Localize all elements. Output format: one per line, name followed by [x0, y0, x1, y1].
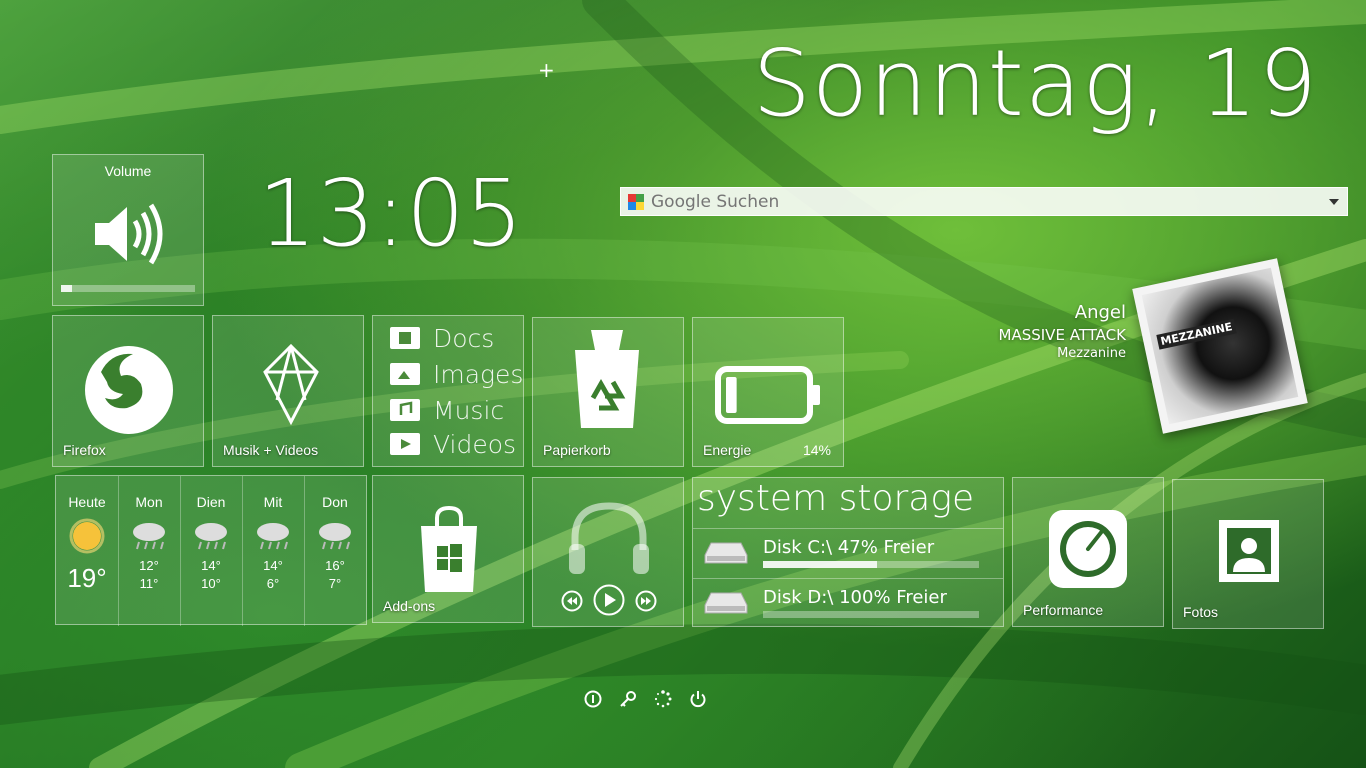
rain-cloud-icon: [319, 523, 351, 550]
battery-icon: [715, 366, 820, 424]
energy-percent: 14%: [802, 442, 831, 458]
rain-cloud-icon: [133, 523, 165, 550]
firefox-label: Firefox: [63, 442, 106, 458]
fast-forward-button[interactable]: [635, 590, 657, 612]
music-videos-label: Musik + Videos: [223, 442, 319, 458]
info-button[interactable]: [584, 690, 602, 708]
store-bag-icon: [421, 505, 477, 592]
photos-tile[interactable]: Fotos: [1172, 479, 1324, 629]
library-videos-label: Videos: [433, 429, 517, 459]
image-folder-icon: [390, 363, 420, 385]
weather-tile[interactable]: Heute 19° Mon 12° 11° Dien 14° 10° Mit 1…: [55, 475, 367, 626]
clock-display: 13:05: [258, 160, 524, 267]
plus-icon: +: [538, 58, 555, 82]
album-cover[interactable]: MEZZANINE: [1132, 258, 1308, 434]
search-input[interactable]: [649, 190, 1313, 214]
music-videos-tile[interactable]: Musik + Videos: [212, 315, 364, 467]
weather-low: 6°: [266, 576, 280, 591]
system-storage-tile: system storage Disk C:\ 47% Freier Disk …: [692, 477, 1004, 627]
now-playing-title: Angel: [1074, 302, 1126, 323]
volume-tile[interactable]: Volume: [52, 154, 204, 306]
weather-high: 16°: [325, 558, 345, 573]
performance-label: Performance: [1023, 602, 1104, 618]
library-music-label: Music: [433, 395, 505, 425]
weather-high: 14°: [263, 558, 283, 573]
weather-high: 12°: [139, 558, 159, 573]
speaker-icon: [95, 203, 163, 265]
disk-d-row[interactable]: Disk D:\ 100% Freier: [693, 578, 1003, 627]
performance-tile[interactable]: Performance: [1012, 477, 1164, 627]
recycle-bin-icon: [575, 330, 639, 428]
library-images-label: Images: [433, 359, 524, 389]
library-docs[interactable]: Docs: [389, 322, 494, 354]
photo-icon: [1219, 520, 1279, 582]
rain-cloud-icon: [257, 523, 289, 550]
rain-cloud-icon: [195, 523, 227, 550]
hard-drive-icon: [704, 542, 748, 564]
play-button[interactable]: [593, 584, 625, 616]
library-videos[interactable]: Videos: [389, 428, 516, 460]
weather-day-label: Don: [322, 494, 348, 510]
recycle-bin-label: Papierkorb: [543, 442, 611, 458]
weather-today: Heute 19°: [56, 476, 119, 626]
firefox-icon: [85, 346, 173, 434]
libraries-tile: Docs Images Music Videos: [372, 315, 524, 467]
rewind-button[interactable]: [561, 590, 583, 612]
volume-slider[interactable]: [61, 285, 195, 292]
now-playing-album: Mezzanine: [1057, 346, 1126, 361]
weather-low: 10°: [201, 576, 221, 591]
loading-icon[interactable]: [654, 690, 672, 708]
weather-low: 11°: [139, 576, 159, 591]
weather-day-label: Mon: [135, 494, 163, 510]
now-playing-artist: MASSIVE ATTACK: [998, 326, 1126, 344]
weather-day-3: Mit 14° 6°: [242, 476, 305, 626]
weather-low: 7°: [328, 576, 342, 591]
addons-label: Add-ons: [383, 598, 436, 614]
google-search-bar[interactable]: [620, 187, 1348, 216]
weather-today-day: Heute: [68, 494, 106, 510]
video-folder-icon: [390, 433, 420, 455]
date-display: Sonntag, 19: [752, 30, 1318, 137]
weather-day-label: Dien: [196, 494, 226, 510]
gauge-icon: [1049, 510, 1127, 588]
addons-tile[interactable]: Add-ons: [372, 475, 524, 623]
media-player-tile[interactable]: [532, 477, 684, 627]
recycle-bin-tile[interactable]: Papierkorb: [532, 317, 684, 467]
energy-label: Energie: [703, 442, 752, 458]
document-folder-icon: [390, 327, 420, 349]
library-images[interactable]: Images: [389, 358, 523, 390]
volume-slider-fill: [61, 285, 72, 292]
disk-d-bar: [763, 611, 979, 618]
disk-d-label: Disk D:\ 100% Freier: [763, 587, 947, 608]
chevron-down-icon[interactable]: [1329, 199, 1339, 205]
music-folder-icon: [390, 399, 420, 421]
library-docs-label: Docs: [433, 323, 495, 353]
disk-c-label: Disk C:\ 47% Freier: [763, 537, 935, 558]
weather-day-2: Dien 14° 10°: [180, 476, 243, 626]
library-music[interactable]: Music: [389, 394, 504, 426]
weather-day-4: Don 16° 7°: [304, 476, 366, 626]
key-icon[interactable]: [619, 690, 637, 708]
weather-today-temp: 19°: [67, 563, 107, 593]
google-icon: [628, 194, 644, 210]
disk-c-bar-fill: [763, 561, 878, 568]
hard-drive-icon: [704, 592, 748, 614]
zune-icon: [263, 343, 319, 426]
firefox-tile[interactable]: Firefox: [52, 315, 204, 467]
storage-title: system storage: [697, 478, 975, 519]
energy-tile[interactable]: Energie 14%: [692, 317, 844, 467]
weather-day-label: Mit: [263, 494, 283, 510]
disk-c-bar: [763, 561, 979, 568]
power-button[interactable]: [689, 690, 707, 708]
weather-day-1: Mon 12° 11°: [118, 476, 181, 626]
sun-icon: [69, 518, 105, 554]
weather-high: 14°: [201, 558, 221, 573]
volume-label: Volume: [104, 163, 152, 179]
headphones-icon: [569, 502, 649, 574]
disk-c-row[interactable]: Disk C:\ 47% Freier: [693, 528, 1003, 577]
photos-label: Fotos: [1183, 604, 1219, 620]
